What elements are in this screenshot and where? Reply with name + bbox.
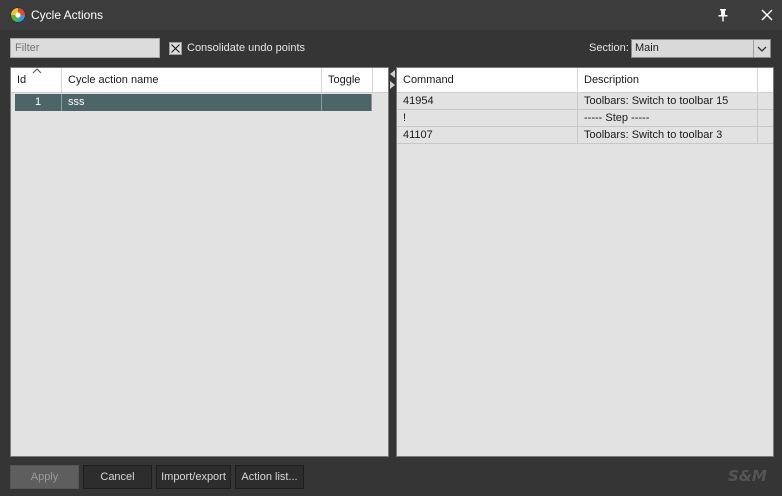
cell-id: 1 xyxy=(15,94,62,111)
sort-ascending-icon xyxy=(32,68,42,74)
cell-command: ! xyxy=(397,110,578,127)
cell-description: ----- Step ----- xyxy=(578,110,758,127)
section-dropdown[interactable]: Main xyxy=(631,39,771,58)
cycle-actions-list[interactable]: Id Cycle action name Toggle 1 sss xyxy=(10,67,389,457)
pin-button[interactable] xyxy=(706,0,740,30)
right-table-header: Command Description xyxy=(397,68,773,93)
filter-input[interactable] xyxy=(10,38,160,58)
dropdown-arrow[interactable] xyxy=(753,40,770,57)
close-icon xyxy=(761,9,773,21)
splitter-arrows-icon xyxy=(390,70,395,89)
section-label: Section: xyxy=(589,42,629,54)
pin-icon xyxy=(718,9,728,22)
consolidate-undo-label[interactable]: Consolidate undo points xyxy=(187,42,305,54)
cell-command: 41107 xyxy=(397,127,578,144)
column-header-description[interactable]: Description xyxy=(578,68,758,93)
cell-description: Toolbars: Switch to toolbar 3 xyxy=(578,127,758,144)
import-export-button[interactable]: Import/export xyxy=(156,465,231,489)
column-header-cycle-action-name[interactable]: Cycle action name xyxy=(62,68,322,93)
action-list-button[interactable]: Action list... xyxy=(235,465,304,489)
commands-list[interactable]: Command Description 41954 Toolbars: Swit… xyxy=(396,67,774,457)
column-header-toggle[interactable]: Toggle xyxy=(322,68,373,93)
table-row[interactable]: 41954 Toolbars: Switch to toolbar 15 xyxy=(397,93,773,110)
cell-toggle xyxy=(322,94,372,111)
left-table-header: Id Cycle action name Toggle xyxy=(11,68,388,93)
chevron-down-icon xyxy=(757,46,767,52)
title-bar[interactable]: Cycle Actions xyxy=(0,0,782,30)
column-header-command[interactable]: Command xyxy=(397,68,578,93)
cycle-actions-window: Cycle Actions Consolidate undo points Se… xyxy=(0,0,782,496)
table-row[interactable]: ! ----- Step ----- xyxy=(397,110,773,127)
sm-brand-logo: S&M xyxy=(728,467,767,485)
section-selected-value: Main xyxy=(635,42,659,54)
table-row[interactable]: 1 sss xyxy=(15,94,372,111)
cancel-button[interactable]: Cancel xyxy=(83,465,152,489)
window-title: Cycle Actions xyxy=(31,8,104,22)
checkmark-x-icon xyxy=(171,44,180,53)
apply-button[interactable]: Apply xyxy=(10,465,79,489)
cell-name: sss xyxy=(62,94,322,111)
close-button[interactable] xyxy=(750,0,782,30)
cell-description: Toolbars: Switch to toolbar 15 xyxy=(578,93,758,110)
table-row[interactable]: 41107 Toolbars: Switch to toolbar 3 xyxy=(397,127,773,144)
panel-splitter[interactable] xyxy=(389,67,396,457)
consolidate-undo-checkbox[interactable] xyxy=(169,42,182,55)
column-header-id[interactable]: Id xyxy=(11,68,62,93)
app-logo-icon xyxy=(10,7,26,23)
cell-command: 41954 xyxy=(397,93,578,110)
